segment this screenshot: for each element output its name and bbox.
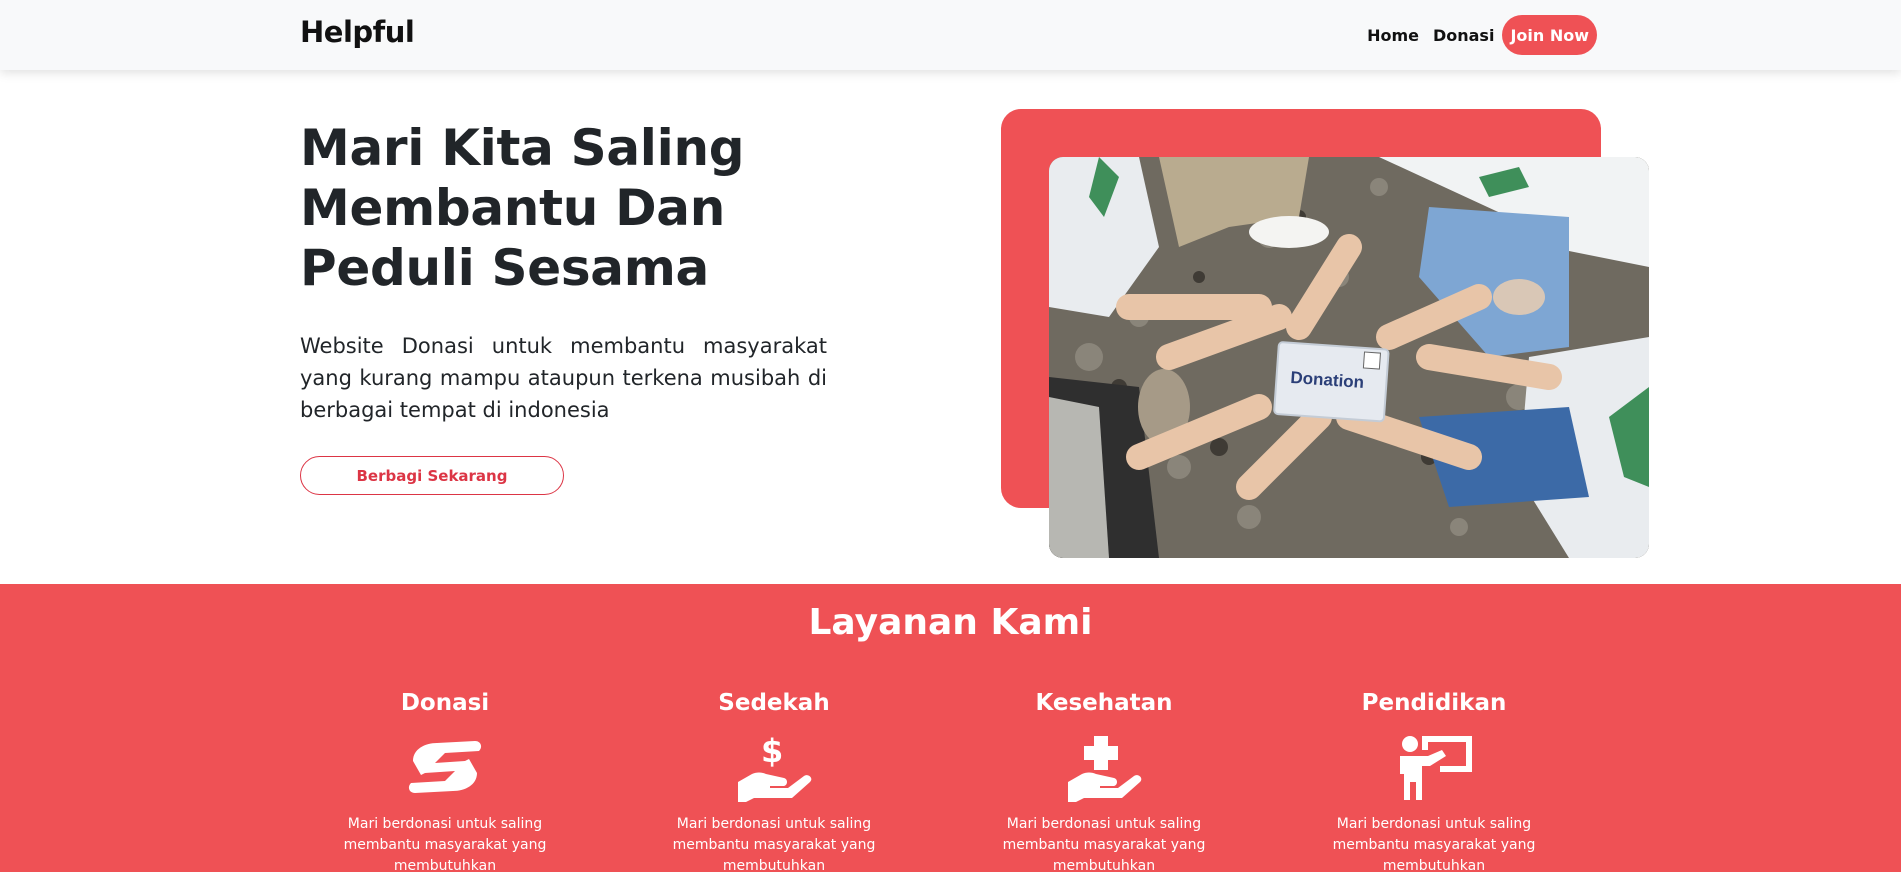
service-title: Donasi bbox=[400, 690, 490, 716]
join-now-button[interactable]: Join Now bbox=[1502, 15, 1597, 55]
brand-logo[interactable]: Helpful bbox=[300, 15, 415, 49]
hero-photo-illustration: Donation bbox=[1049, 157, 1649, 558]
service-title: Pendidikan bbox=[1361, 690, 1507, 716]
services-section: Layanan Kami Donasi Mari berdonasi untuk… bbox=[0, 584, 1901, 874]
service-kesehatan: Kesehatan Mari berdonasi untuk saling me… bbox=[974, 690, 1234, 877]
hand-holding-dollar-icon: $ bbox=[644, 722, 904, 812]
svg-text:$: $ bbox=[761, 732, 783, 770]
nav-link-home[interactable]: Home bbox=[1367, 26, 1419, 45]
hand-holding-medical-icon bbox=[974, 722, 1234, 812]
service-description: Mari berdonasi untuk saling membantu mas… bbox=[1332, 816, 1536, 874]
berbagi-sekarang-button[interactable]: Berbagi Sekarang bbox=[300, 456, 564, 495]
service-pendidikan: Pendidikan Mari berdonasi untuk saling m… bbox=[1304, 690, 1564, 877]
services-title: Layanan Kami bbox=[808, 602, 1093, 643]
service-donasi: Donasi Mari berdonasi untuk saling memba… bbox=[315, 690, 575, 877]
navbar: Helpful Home Donasi Join Now bbox=[0, 0, 1901, 70]
hero-photo: Donation bbox=[1049, 157, 1649, 558]
hands-giving-icon bbox=[315, 722, 575, 812]
chalkboard-teacher-icon bbox=[1304, 722, 1564, 812]
service-title: Sedekah bbox=[718, 690, 830, 716]
service-description: Mari berdonasi untuk saling membantu mas… bbox=[343, 816, 547, 874]
hero-description: Website Donasi untuk membantu masyarakat… bbox=[300, 334, 827, 422]
service-sedekah: Sedekah $ Mari berdonasi untuk saling me… bbox=[644, 690, 904, 877]
hero-title: Mari Kita Saling Membantu Dan Peduli Ses… bbox=[300, 119, 745, 297]
service-description: Mari berdonasi untuk saling membantu mas… bbox=[672, 816, 876, 874]
service-title: Kesehatan bbox=[1035, 690, 1173, 716]
nav-links: Home Donasi Join Now bbox=[1367, 15, 1597, 55]
service-description: Mari berdonasi untuk saling membantu mas… bbox=[1002, 816, 1206, 874]
nav-link-donasi[interactable]: Donasi bbox=[1433, 26, 1494, 45]
